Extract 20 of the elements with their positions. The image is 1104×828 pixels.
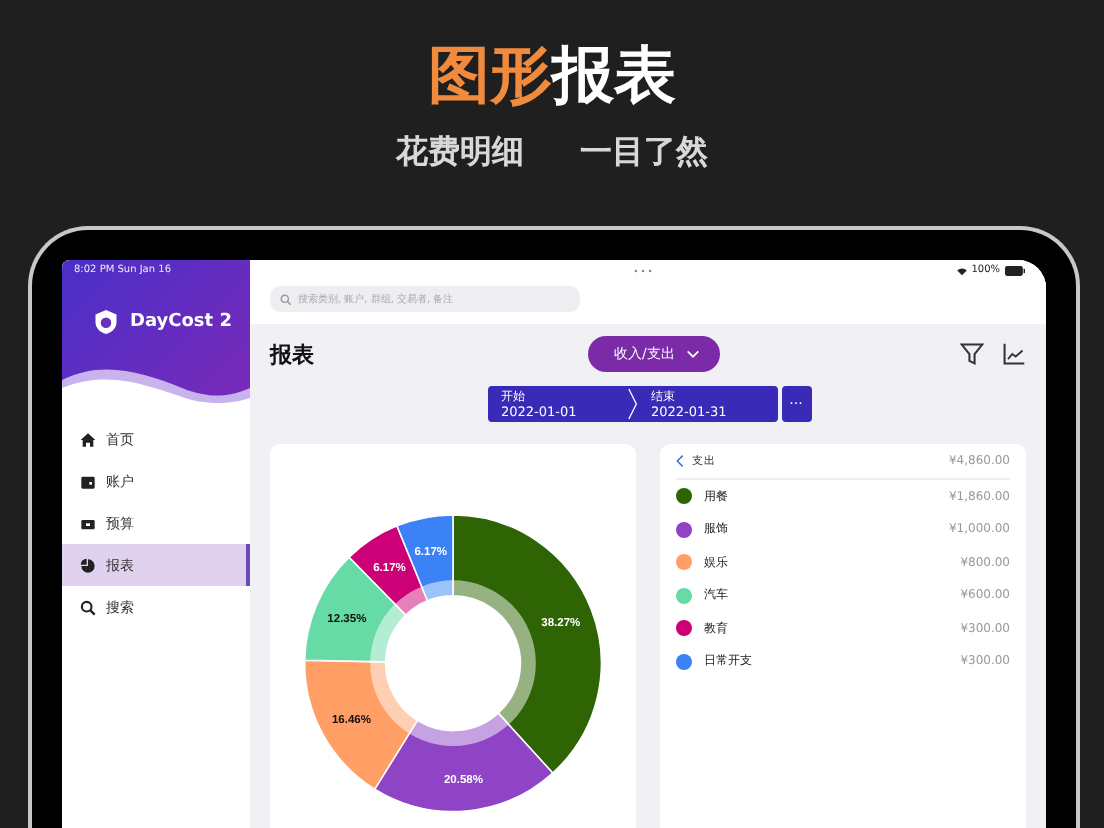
promo-subtitle: 花费明细 bbox=[396, 132, 524, 174]
wallet-icon bbox=[80, 473, 96, 489]
battery-icon bbox=[1004, 265, 1026, 275]
back-chevron-icon[interactable] bbox=[676, 454, 684, 468]
shield-logo-icon bbox=[94, 308, 118, 336]
chevron-icon bbox=[627, 386, 637, 422]
pie-chart-icon bbox=[80, 557, 96, 573]
app-name: DayCost 2 bbox=[130, 312, 232, 332]
line-chart-icon[interactable] bbox=[1002, 342, 1026, 366]
wifi-icon bbox=[955, 265, 968, 275]
filter-icon[interactable] bbox=[960, 342, 984, 366]
search-icon bbox=[80, 599, 96, 615]
promo-subtitle: 一目了然 bbox=[580, 132, 708, 174]
promo-title: 报表 bbox=[552, 40, 676, 112]
home-icon bbox=[80, 431, 96, 447]
wallet-icon bbox=[80, 515, 96, 531]
promo-title-highlight: 图形 bbox=[428, 40, 552, 112]
chevron-down-icon bbox=[686, 350, 701, 358]
search-icon bbox=[280, 293, 292, 305]
page-title: 报表 bbox=[270, 339, 316, 369]
